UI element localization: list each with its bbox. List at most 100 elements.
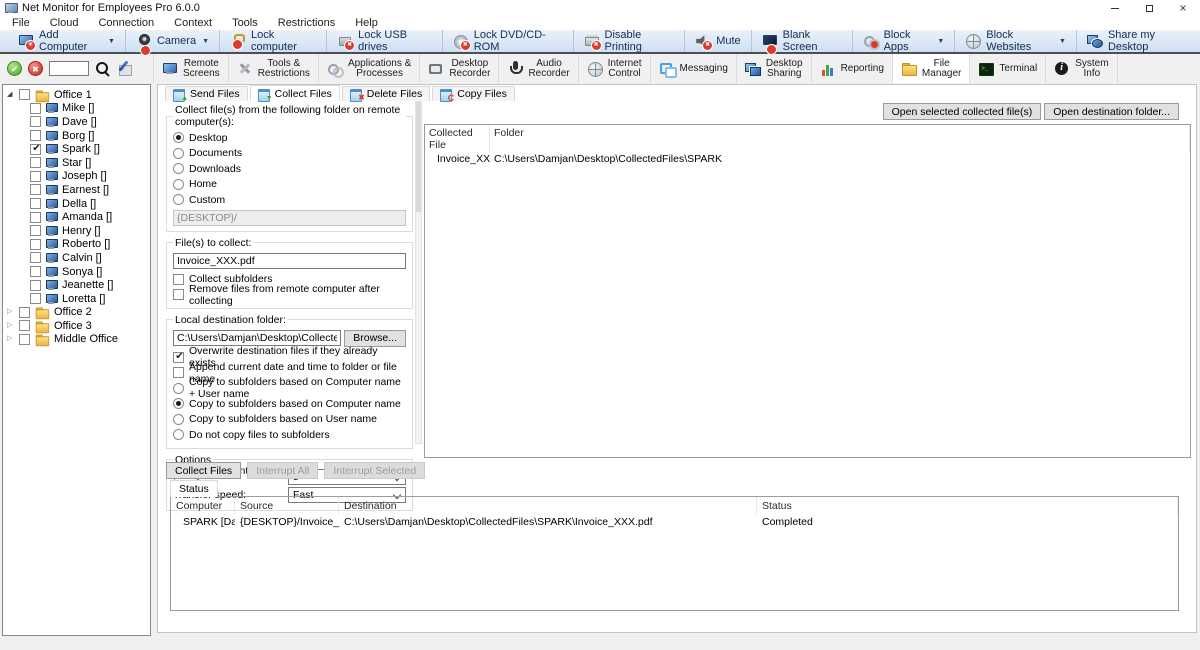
computer-checkbox[interactable] [30, 212, 41, 223]
ribbon-tab[interactable]: Desktop Sharing [737, 54, 812, 83]
ribbon-tab[interactable]: Remote Screens [153, 54, 229, 83]
radio-button[interactable] [173, 398, 184, 409]
toolbar-button[interactable]: Share my Desktop ▼ [1076, 30, 1200, 52]
radio-button[interactable] [173, 179, 184, 190]
ribbon-tab[interactable]: File Manager [893, 54, 970, 83]
file-tab[interactable]: Collect Files [250, 85, 340, 101]
ribbon-tab[interactable]: Audio Recorder [499, 54, 578, 83]
tree-computer-row[interactable]: Spark [] [3, 142, 150, 156]
column-header[interactable]: Status [757, 497, 1178, 514]
subfolder-radio-row[interactable]: Copy to subfolders based on Computer nam… [173, 396, 406, 412]
column-header[interactable]: Folder [490, 125, 1190, 152]
restore-button[interactable] [1132, 0, 1166, 16]
menu-item[interactable]: Cloud [40, 17, 89, 29]
subfolder-radio-row[interactable]: Copy to subfolders based on Computer nam… [173, 381, 406, 397]
ribbon-tab[interactable]: Desktop Recorder [420, 54, 499, 83]
computer-checkbox[interactable] [30, 157, 41, 168]
tree-computer-row[interactable]: Joseph [] [3, 170, 150, 184]
computer-checkbox[interactable] [30, 198, 41, 209]
tree-computer-row[interactable]: Earnest [] [3, 183, 150, 197]
ribbon-tab[interactable]: Terminal [970, 54, 1046, 83]
source-radio-row[interactable]: Custom [173, 192, 406, 208]
tree-computer-row[interactable]: Dave [] [3, 115, 150, 129]
expand-icon[interactable]: ▷ [7, 308, 15, 316]
file-tab[interactable]: Send Files [165, 86, 248, 101]
radio-button[interactable] [173, 429, 184, 440]
tree-computer-row[interactable]: Jeanette [] [3, 278, 150, 292]
menu-item[interactable]: Restrictions [268, 17, 345, 29]
expand-icon[interactable]: ▷ [7, 322, 15, 330]
group-checkbox[interactable] [19, 320, 30, 331]
column-header[interactable]: Collected File [425, 125, 490, 152]
ribbon-tab[interactable]: Tools & Restrictions [229, 54, 319, 83]
computer-checkbox[interactable] [30, 184, 41, 195]
search-icon[interactable] [95, 61, 111, 77]
status-tab[interactable]: Status [170, 480, 218, 497]
tree-computer-row[interactable]: Loretta [] [3, 292, 150, 306]
source-radio-row[interactable]: Desktop [173, 130, 406, 146]
tree-computer-row[interactable]: Roberto [] [3, 238, 150, 252]
connect-ok-icon[interactable] [7, 61, 22, 76]
column-header[interactable]: Destination [339, 497, 757, 514]
toolbar-button[interactable]: Add Computer ▼ [8, 30, 125, 52]
source-radio-row[interactable]: Downloads [173, 161, 406, 177]
tree-computer-row[interactable]: Henry [] [3, 224, 150, 238]
ribbon-tab[interactable]: System Info [1046, 54, 1117, 83]
open-selected-button[interactable]: Open selected collected file(s) [883, 103, 1042, 120]
toolbar-button[interactable]: Block Apps ▼ [852, 30, 955, 52]
tree-computer-row[interactable]: Borg [] [3, 129, 150, 143]
group-checkbox[interactable] [19, 89, 30, 100]
collect-subfolders-checkbox[interactable] [173, 274, 184, 285]
status-row[interactable]: SPARK [Damjan] {DESKTOP}/Invoice_XXX.pdf… [171, 514, 1178, 530]
custom-path-input[interactable] [173, 210, 406, 226]
menu-item[interactable]: Tools [222, 17, 268, 29]
toolbar-button[interactable]: Mute ▼ [684, 30, 750, 52]
tree-computer-row[interactable]: Della [] [3, 197, 150, 211]
destination-folder-input[interactable] [173, 330, 341, 346]
tree-computer-row[interactable]: Amanda [] [3, 210, 150, 224]
collected-file-row[interactable]: Invoice_XXX.pdf C:\Users\Damjan\Desktop\… [425, 152, 1190, 166]
disconnect-cancel-icon[interactable] [28, 61, 43, 76]
menu-item[interactable]: Connection [88, 17, 164, 29]
remove-after-row[interactable]: Remove files from remote computer after … [173, 287, 406, 303]
computer-checkbox[interactable] [30, 280, 41, 291]
tree-group-row[interactable]: ▷ Office 2 [3, 306, 150, 320]
computer-checkbox[interactable] [30, 116, 41, 127]
group-checkbox[interactable] [19, 307, 30, 318]
ribbon-tab[interactable]: Reporting [812, 54, 893, 83]
computer-checkbox[interactable] [30, 171, 41, 182]
toolbar-button[interactable]: Block Websites ▼ [954, 30, 1076, 52]
open-destination-button[interactable]: Open destination folder... [1044, 103, 1179, 120]
collapse-icon[interactable]: ◢ [7, 91, 15, 99]
toolbar-button[interactable]: Lock USB drives ▼ [326, 30, 442, 52]
tree-computer-row[interactable]: Mike [] [3, 102, 150, 116]
checkbox[interactable] [173, 367, 184, 378]
menu-item[interactable]: Help [345, 17, 388, 29]
menu-item[interactable]: Context [164, 17, 222, 29]
browse-button[interactable]: Browse... [344, 330, 406, 347]
toolbar-button[interactable]: Lock DVD/CD-ROM ▼ [442, 30, 573, 52]
file-tab[interactable]: Copy Files [432, 86, 515, 101]
checkbox[interactable] [173, 352, 184, 363]
close-button[interactable]: × [1166, 0, 1200, 16]
computer-checkbox[interactable] [30, 130, 41, 141]
tree-group-row[interactable]: ▷ Office 3 [3, 319, 150, 333]
column-header[interactable]: Source [235, 497, 339, 514]
ribbon-tab[interactable]: Internet Control [579, 54, 651, 83]
source-radio-row[interactable]: Documents [173, 146, 406, 162]
radio-button[interactable] [173, 383, 184, 394]
computer-checkbox[interactable] [30, 225, 41, 236]
file-tab[interactable]: Delete Files [342, 86, 430, 101]
menu-item[interactable]: File [2, 17, 40, 29]
radio-button[interactable] [173, 414, 184, 425]
source-radio-row[interactable]: Home [173, 177, 406, 193]
tree-computer-row[interactable]: Star [] [3, 156, 150, 170]
toolbar-button[interactable]: Lock computer ▼ [219, 30, 326, 52]
search-input[interactable] [49, 61, 89, 76]
subfolder-radio-row[interactable]: Do not copy files to subfolders [173, 427, 406, 443]
remove-after-checkbox[interactable] [173, 289, 184, 300]
computer-checkbox[interactable] [30, 144, 41, 155]
subfolder-radio-row[interactable]: Copy to subfolders based on User name [173, 412, 406, 428]
group-checkbox[interactable] [19, 334, 30, 345]
tree-group-row[interactable]: ◢ Office 1 [3, 88, 150, 102]
